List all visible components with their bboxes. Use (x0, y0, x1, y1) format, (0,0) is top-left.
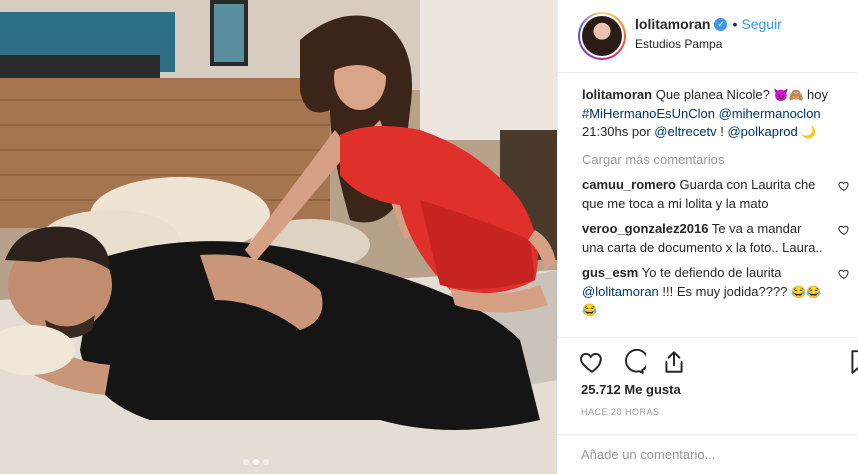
comment-icon (625, 349, 646, 374)
mention-link[interactable]: @lolitamoran (582, 284, 659, 299)
heart-icon (580, 352, 602, 373)
comment-username[interactable]: veroo_gonzalez2016 (582, 221, 708, 236)
comment-text: Yo te defiendo de laurita (641, 265, 782, 280)
like-comment-heart-icon[interactable] (838, 180, 850, 192)
comment-item: gus_esm Yo te defiendo de laurita @lolit… (582, 264, 849, 320)
carousel-dot-active (253, 459, 259, 465)
like-comment-heart-icon[interactable] (838, 224, 850, 236)
post-actions: 25.712 Me gusta HACE 20 HORAS Añade un c… (557, 337, 858, 474)
share-button[interactable] (661, 349, 687, 375)
comment-button[interactable] (620, 349, 646, 375)
post-photo[interactable] (0, 0, 557, 474)
save-button[interactable] (847, 349, 858, 375)
likes-count[interactable]: 25.712 Me gusta (581, 382, 681, 397)
carousel-dot (243, 459, 249, 465)
like-button[interactable] (579, 349, 605, 375)
carousel-indicator (243, 459, 269, 465)
user-line: lolitamoran ✓ • Seguir (635, 16, 782, 32)
caption: lolitamoran Que planea Nicole? 😈🙈 hoy #M… (582, 86, 844, 142)
like-comment-heart-icon[interactable] (838, 268, 850, 280)
comment-item: veroo_gonzalez2016 Te va a mandar una ca… (582, 220, 849, 257)
comment-username[interactable]: gus_esm (582, 265, 638, 280)
add-comment-placeholder: Añade un comentario... (581, 447, 716, 462)
username-link[interactable]: lolitamoran (635, 16, 710, 32)
hashtag-link[interactable]: #MiHermanoEsUnClon (582, 106, 715, 121)
comment-username[interactable]: camuu_romero (582, 177, 676, 192)
mention-link[interactable]: @mihermanoclon (719, 106, 821, 121)
caption-username[interactable]: lolitamoran (582, 87, 652, 102)
comment-text: !!! Es muy jodida???? (658, 283, 792, 299)
comments-list: lolitamoran Que planea Nicole? 😈🙈 hoy #M… (582, 86, 849, 320)
caption-text: ! (716, 124, 728, 139)
post-header: lolitamoran ✓ • Seguir Estudios Pampa (558, 0, 858, 73)
post-timestamp[interactable]: HACE 20 HORAS (581, 407, 660, 417)
load-more-comments-button[interactable]: Cargar más comentarios (582, 151, 844, 170)
avatar[interactable] (578, 12, 626, 60)
action-icons (579, 349, 687, 375)
location-link[interactable]: Estudios Pampa (635, 37, 722, 51)
caption-text: hoy (803, 87, 828, 102)
caption-text: 21:30hs por (582, 124, 655, 139)
comment-item: camuu_romero Guarda con Laurita che que … (582, 176, 849, 213)
add-comment-field[interactable]: Añade un comentario... (557, 434, 858, 474)
carousel-dot (263, 459, 269, 465)
verified-icon: ✓ (714, 17, 728, 31)
caption-text: Que planea Nicole? (655, 87, 774, 102)
mention-link[interactable]: @polkaprod (727, 124, 797, 139)
caption-emoji: 🌙 (797, 125, 817, 139)
separator-dot: • (732, 16, 738, 32)
share-icon (665, 351, 683, 373)
mention-link[interactable]: @eltrecetv (654, 124, 716, 139)
bookmark-icon (851, 350, 858, 374)
follow-button[interactable]: Seguir (741, 16, 781, 32)
avatar-image (580, 14, 624, 58)
caption-emoji: 😈🙈 (773, 88, 804, 102)
post-image (0, 0, 557, 474)
